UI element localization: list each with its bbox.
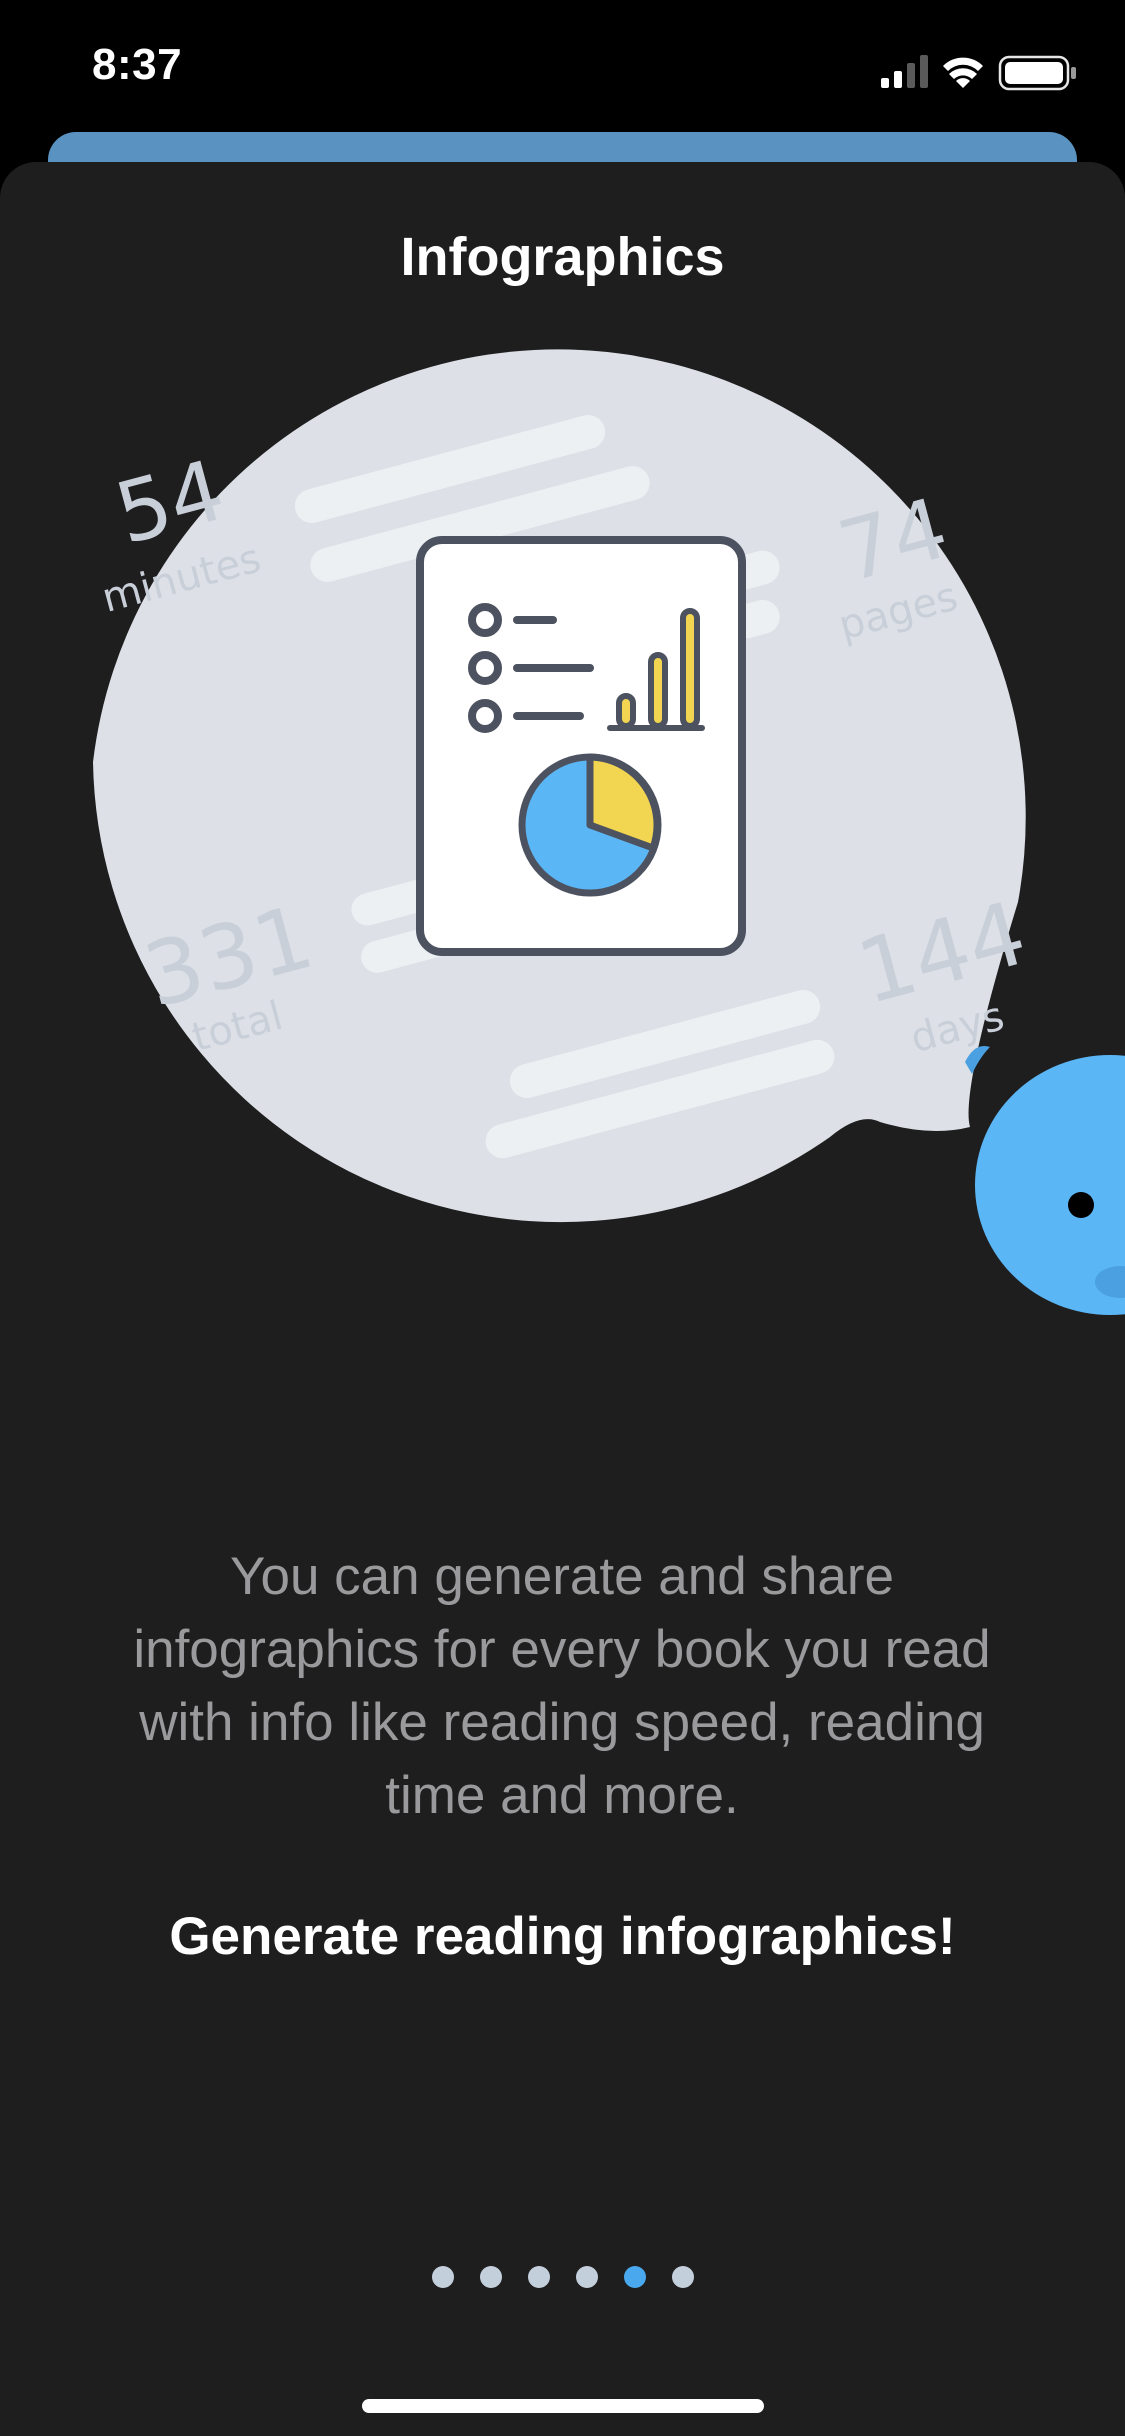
- infographics-illustration: 54 minutes 74 pages 331 total 144 days: [93, 349, 1125, 1315]
- wifi-icon: [943, 57, 983, 88]
- page-dot-5-active[interactable]: [623, 2266, 646, 2288]
- status-time: 8:37: [92, 40, 183, 89]
- mascot-eye: [1068, 1192, 1094, 1218]
- home-indicator[interactable]: [362, 2399, 764, 2413]
- page-indicator[interactable]: [0, 2266, 1125, 2296]
- cellular-signal-icon: [881, 55, 928, 88]
- battery-icon: [998, 55, 1076, 91]
- feature-cta: Generate reading infographics!: [169, 1907, 956, 1966]
- infographic-document-icon: [416, 536, 746, 956]
- status-icons: [881, 55, 1076, 91]
- page-dot-3[interactable]: [527, 2266, 550, 2288]
- screen-title: Infographics: [400, 227, 725, 287]
- page-dot-1[interactable]: [431, 2266, 454, 2288]
- page-dot-6[interactable]: [671, 2266, 694, 2288]
- feature-description: You can generate and share infographics …: [133, 1547, 991, 1825]
- onboarding-sheet: 54 minutes 74 pages 331 total 144 days I…: [0, 162, 1125, 2436]
- blue-mascot: [965, 1046, 1125, 1315]
- status-bar: 8:37: [0, 0, 1125, 130]
- page-dot-4[interactable]: [575, 2266, 598, 2288]
- page-dot-2[interactable]: [479, 2266, 502, 2288]
